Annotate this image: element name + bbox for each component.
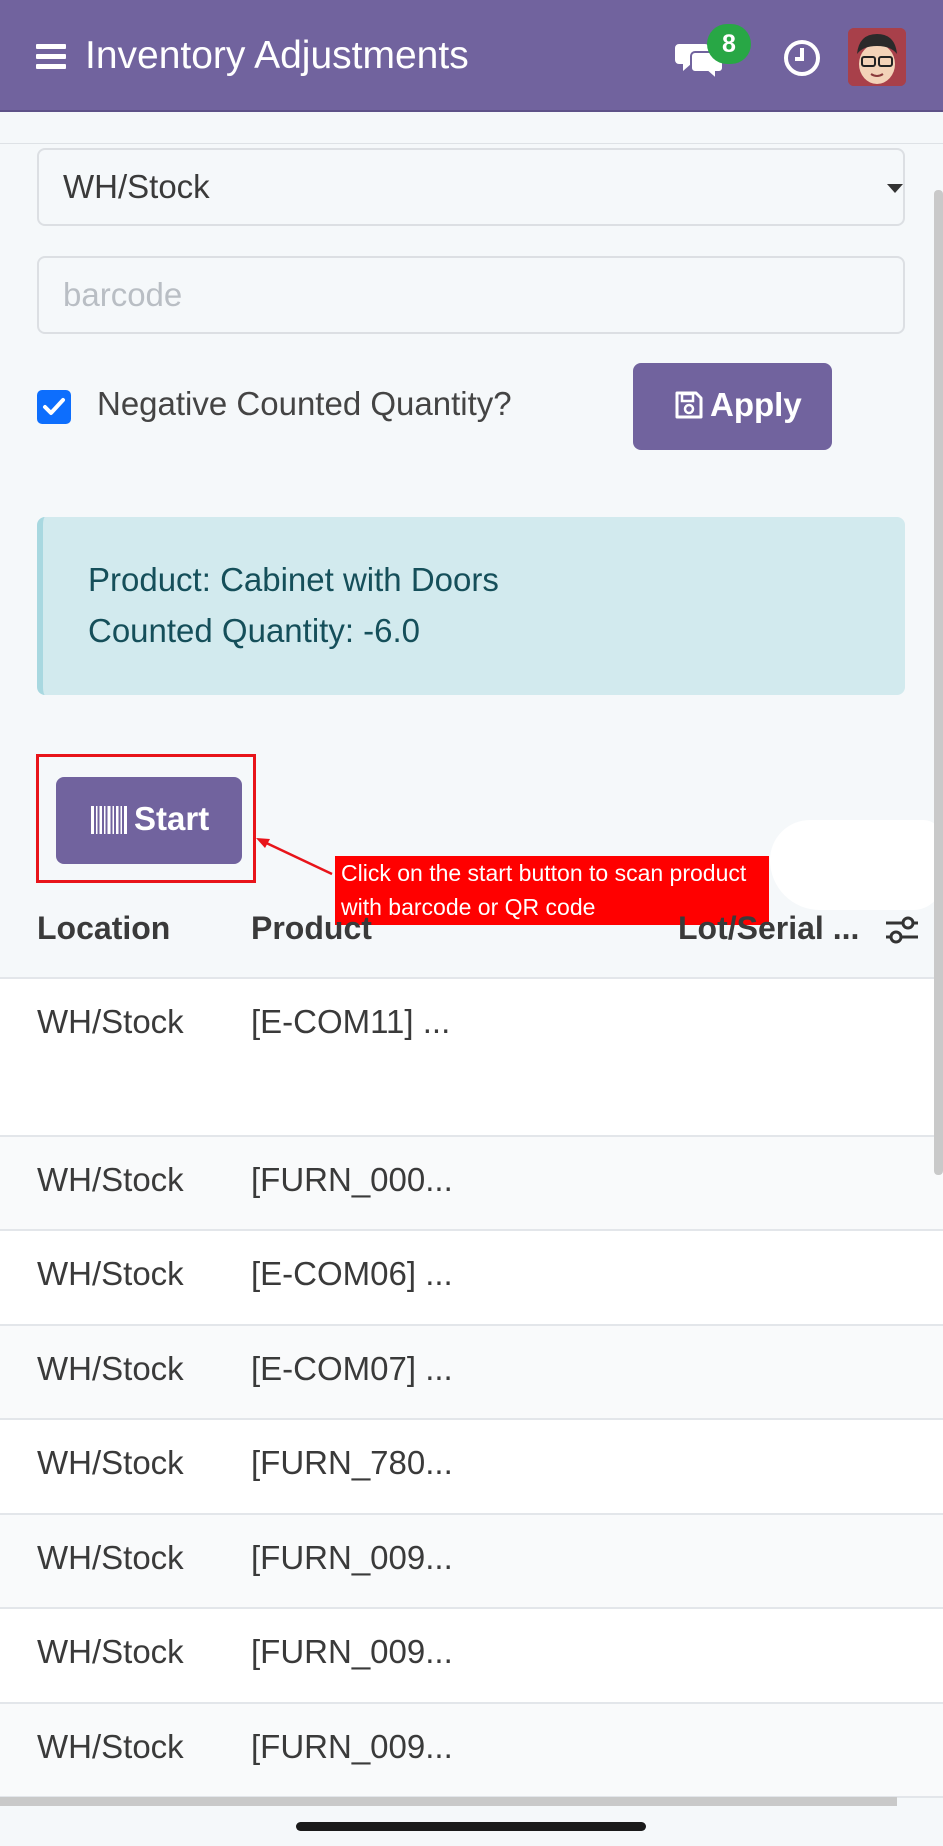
cell-product: [FURN_009... <box>251 1728 453 1765</box>
cell-product: [FURN_009... <box>251 1633 453 1670</box>
negative-quantity-label: Negative Counted Quantity? <box>97 385 512 422</box>
column-header-lot-serial[interactable]: Lot/Serial ... <box>678 910 859 947</box>
info-alert: Product: Cabinet with Doors Counted Quan… <box>37 517 905 695</box>
start-button[interactable]: Start <box>56 777 242 864</box>
table-row[interactable]: WH/Stock [FURN_009... <box>0 1609 943 1704</box>
table-row[interactable]: WH/Stock [FURN_009... <box>0 1515 943 1609</box>
cell-product: [FURN_009... <box>251 1539 453 1576</box>
chevron-down-icon <box>887 184 903 193</box>
cell-location: WH/Stock <box>37 1161 184 1198</box>
home-indicator[interactable] <box>296 1822 646 1831</box>
vertical-scrollbar[interactable] <box>934 190 943 1175</box>
cell-location: WH/Stock <box>37 1444 184 1481</box>
cell-product: [FURN_000... <box>251 1161 453 1198</box>
cell-location: WH/Stock <box>37 1255 184 1292</box>
clock-icon[interactable] <box>782 38 822 78</box>
cell-location: WH/Stock <box>37 1003 184 1040</box>
table-row[interactable]: WH/Stock [E-COM06] ... <box>0 1231 943 1326</box>
table-row[interactable]: WH/Stock [FURN_000... <box>0 1137 943 1231</box>
check-icon <box>43 398 65 415</box>
barcode-icon <box>91 806 127 834</box>
top-bar: Inventory Adjustments 8 <box>0 0 943 112</box>
annotation-arrow <box>256 838 333 876</box>
barcode-input[interactable] <box>37 256 905 334</box>
table-row[interactable]: WH/Stock [FURN_009... <box>0 1704 943 1798</box>
location-select[interactable]: WH/Stock <box>37 148 905 226</box>
column-header-product[interactable]: Product <box>251 910 372 947</box>
table-row[interactable]: WH/Stock [FURN_780... <box>0 1420 943 1515</box>
cell-location: WH/Stock <box>37 1350 184 1387</box>
apply-button[interactable]: Apply <box>633 363 832 450</box>
cell-product: [FURN_780... <box>251 1444 453 1481</box>
table-row[interactable]: WH/Stock [E-COM11] ... <box>0 979 943 1137</box>
cell-location: WH/Stock <box>37 1728 184 1765</box>
save-icon <box>675 391 703 419</box>
location-select-value: WH/Stock <box>63 168 210 205</box>
avatar[interactable] <box>848 28 906 86</box>
horizontal-scrollbar[interactable] <box>0 1797 897 1806</box>
negative-quantity-checkbox[interactable] <box>37 390 71 424</box>
cell-location: WH/Stock <box>37 1633 184 1670</box>
cell-product: [E-COM11] ... <box>251 1003 451 1040</box>
cell-product: [E-COM07] ... <box>251 1350 453 1387</box>
apply-button-label: Apply <box>710 386 802 423</box>
page-title: Inventory Adjustments <box>85 34 469 77</box>
info-product: Product: Cabinet with Doors <box>88 561 499 598</box>
notification-badge: 8 <box>707 24 751 64</box>
column-header-location[interactable]: Location <box>37 910 170 947</box>
divider <box>0 143 943 144</box>
column-settings-icon[interactable] <box>884 914 920 946</box>
cell-product: [E-COM06] ... <box>251 1255 453 1292</box>
info-counted-quantity: Counted Quantity: -6.0 <box>88 612 421 649</box>
hamburger-menu-icon[interactable] <box>36 44 66 69</box>
table-header: Location Product Lot/Serial ... <box>0 880 943 978</box>
cell-location: WH/Stock <box>37 1539 184 1576</box>
table-row[interactable]: WH/Stock [E-COM07] ... <box>0 1326 943 1420</box>
start-button-label: Start <box>134 800 210 837</box>
